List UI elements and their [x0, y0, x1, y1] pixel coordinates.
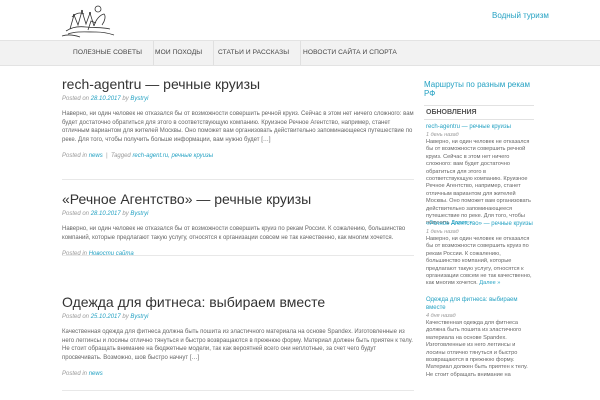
sidebar-update-link[interactable]: «Речное Агентство» — речные круизы — [426, 220, 534, 228]
nav-item-my-trips[interactable]: Мои походы — [144, 41, 215, 65]
main-navigation: Полезные советы Мои походы Статьи и расс… — [0, 40, 600, 66]
post-meta: Posted on 28.10.2017 by Bystryi — [62, 211, 414, 217]
sidebar-title-routes[interactable]: Маршруты по разным рекам РФ — [424, 80, 534, 98]
site-logo[interactable] — [58, 1, 116, 39]
post-category-link[interactable]: news — [89, 371, 103, 377]
post-tags-link[interactable]: rech-agent.ru, речные круизы — [132, 153, 213, 159]
post-date-link[interactable]: 28.10.2017 — [91, 96, 121, 102]
post-date-link[interactable]: 28.10.2017 — [91, 211, 121, 217]
sidebar-update-date: 1 день назад — [426, 132, 459, 138]
post-author-link[interactable]: Bystryi — [130, 96, 148, 102]
nav-item-news[interactable]: Новости сайта и спорта — [292, 41, 408, 65]
sidebar-update-entry: rech-agentru — речные круизы 1 день наза… — [426, 123, 534, 228]
tagged-label: Tagged — [110, 153, 131, 160]
nav-item-articles[interactable]: Статьи и рассказы — [207, 41, 302, 65]
by-label: by — [122, 314, 129, 320]
posted-on-label: Posted on — [62, 96, 90, 102]
sidebar-read-more-link[interactable]: Далее » — [479, 280, 500, 286]
post-divider — [62, 255, 414, 256]
post-excerpt: Наверно, ни один человек не отказался бы… — [62, 111, 414, 143]
post-title[interactable]: rech-agentru — речные круизы — [62, 75, 414, 93]
post-footer: Posted in news — [62, 371, 414, 377]
nav-item-useful-tips[interactable]: Полезные советы — [62, 41, 155, 65]
post-item: «Речное Агентство» — речные круизы Poste… — [62, 190, 414, 257]
sidebar-update-excerpt: Наверно, ни один человек не отказался бы… — [426, 236, 532, 287]
by-label: by — [122, 96, 129, 102]
header-link-water-tourism[interactable]: Водный туризм — [492, 11, 549, 20]
sidebar-update-excerpt: Качественная одежда для фитнеса должна б… — [426, 320, 528, 378]
post-item: rech-agentru — речные круизы Posted on 2… — [62, 75, 414, 159]
sidebar-update-text: Наверно, ни один человек не отказался бы… — [426, 236, 534, 288]
post-author-link[interactable]: Bystryi — [130, 211, 148, 217]
post-title[interactable]: Одежда для фитнеса: выбираем вместе — [62, 293, 414, 311]
posted-in-label: Posted in — [62, 371, 88, 378]
post-divider — [62, 390, 414, 391]
sidebar-update-text: Качественная одежда для фитнеса должна б… — [426, 320, 534, 379]
post-author-link[interactable]: Bystryi — [130, 314, 148, 320]
sidebar-widget-title: Обновления — [424, 105, 534, 120]
post-meta: Posted on 25.10.2017 by Bystryi — [62, 314, 414, 320]
post-excerpt: Наверно, ни один человек не отказался бы… — [62, 226, 406, 241]
post-meta: Posted on 28.10.2017 by Bystryi — [62, 96, 414, 102]
post-title[interactable]: «Речное Агентство» — речные круизы — [62, 190, 414, 208]
sidebar-update-link[interactable]: Одежда для фитнеса: выбираем вместе — [426, 296, 534, 312]
post-excerpt: Качественная одежда для фитнеса должна б… — [62, 329, 413, 361]
post-item: Одежда для фитнеса: выбираем вместе Post… — [62, 293, 414, 377]
post-category-link[interactable]: news — [89, 153, 103, 159]
sidebar-update-entry: «Речное Агентство» — речные круизы 1 ден… — [426, 220, 534, 288]
sidebar-update-text: Наверно, ни один человек не отказался бы… — [426, 139, 534, 228]
sidebar-update-date: 1 день назад — [426, 229, 459, 235]
sidebar-update-excerpt: Наверно, ни один человек не отказался бы… — [426, 139, 531, 227]
sidebar-update-date: 4 дня назад — [426, 313, 456, 319]
posted-in-label: Posted in — [62, 153, 88, 160]
post-divider — [62, 179, 414, 180]
posted-on-label: Posted on — [62, 211, 90, 217]
sidebar-update-entry: Одежда для фитнеса: выбираем вместе 4 дн… — [426, 296, 534, 379]
site-header: Водный туризм — [0, 0, 600, 40]
posted-on-label: Posted on — [62, 314, 90, 320]
sidebar-update-link[interactable]: rech-agentru — речные круизы — [426, 123, 534, 131]
by-label: by — [122, 211, 129, 217]
post-footer: Posted in news | Tagged rech-agent.ru, р… — [62, 153, 214, 160]
post-date-link[interactable]: 25.10.2017 — [91, 314, 121, 320]
